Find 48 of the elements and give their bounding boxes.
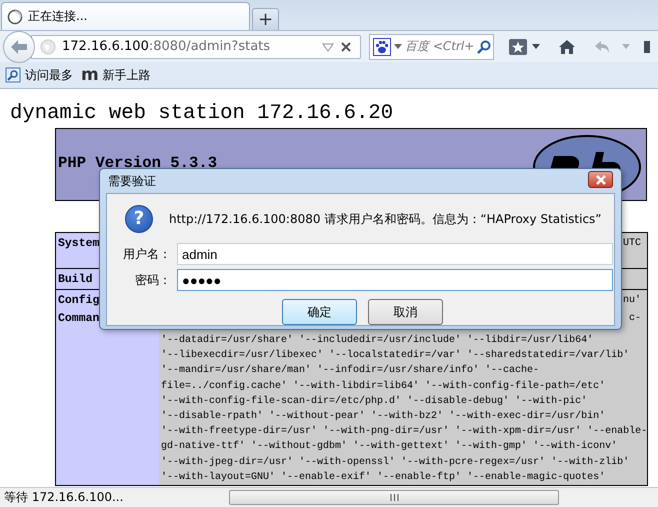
back-arrow-icon (10, 38, 28, 54)
search-page-icon (5, 67, 21, 83)
back-button[interactable] (3, 30, 35, 62)
new-tab-button[interactable]: + (252, 8, 279, 30)
dialog-message: http://172.16.6.100:8080 请求用户名和密码。信息为：“HAProxy Statistics” (169, 210, 602, 228)
dialog-title: 需要验证 (107, 172, 156, 190)
bookmark-item[interactable]: m 新手上路 (81, 66, 151, 84)
php-version: PHP Version 5.3.3 (58, 154, 218, 172)
dialog-button[interactable]: 取消 (368, 299, 443, 325)
table-cell-text: nu' (622, 294, 642, 308)
table-cell-text: file=../config.cache' '--with-libdir=lib64' '--with-config-file-path=/etc' (161, 380, 606, 394)
table-cell-text: '--with-freetype-dir=/usr' '--with-png-dir=/usr' '--with-xpm-dir=/usr' '--enable- (161, 424, 648, 440)
stop-icon[interactable] (340, 40, 352, 52)
status-text: 等待 172.16.6.100... (3, 489, 124, 506)
search-placeholder: 百度 <Ctrl+ (405, 38, 474, 55)
table-cell-text: UTC (622, 237, 642, 251)
address-field[interactable]: 172.16.6.100:8080/admin?stats (31, 34, 361, 58)
input-field[interactable]: ●●●●● (177, 269, 613, 291)
grip-icon (390, 494, 398, 501)
caret-icon (532, 44, 540, 49)
search-field[interactable]: 百度 <Ctrl+ (369, 34, 494, 60)
table-cell-text: '--with-layout=GNU' '--enable-exif' '--enable-ftp' '--enable-magic-quotes' (161, 470, 606, 485)
table-cell-text: '--libexecdir=/usr/libexec' '--localstatedir=/var' '--sharedstatedir=/var/lib' (161, 348, 630, 364)
search-icon[interactable] (477, 40, 492, 54)
table-cell-text: '--mandir=/usr/share/man' '--infodir=/usr/share/info' '--cache- (161, 364, 540, 378)
table-cell-text: gd-native-ttf' '--without-gdbm' '--with-gettext' '--with-gmp' '--with-iconv' (161, 440, 618, 454)
undo-arrow-icon (594, 38, 612, 54)
input-field[interactable]: admin (177, 243, 613, 265)
table-cell-text: '--with-jpeg-dir=/usr' '--with-openssl' '--with-pcre-regex=/usr' '--with-zlib' (161, 456, 630, 470)
letter-icon: m (81, 67, 99, 83)
globe-icon (40, 38, 56, 54)
tab-title: 正在连接... (28, 8, 88, 25)
close-button[interactable] (588, 171, 613, 188)
table-cell-text: '--disable-rpath' '--without-pear' '--with-bz2' '--with-exec-dir=/usr/bin' (161, 410, 606, 424)
browser-tab[interactable]: 正在连接... (1, 2, 250, 30)
table-cell-text: '--with-config-file-scan-dir=/etc/php.d' '--disable-debug' '--with-pic' (161, 394, 588, 409)
table-cell-text: c- (628, 312, 642, 326)
dropdown-icon[interactable] (322, 42, 334, 52)
table-cell-text: '--datadir=/usr/share' '--includedir=/usr/include' '--libdir=/usr/lib64' (161, 334, 594, 348)
dialog-button[interactable]: 确定 (282, 299, 357, 325)
home-icon (558, 38, 576, 54)
address-text: 172.16.6.100:8080/admin?stats (62, 39, 272, 54)
close-icon (594, 174, 606, 184)
question-icon: ? (125, 205, 153, 233)
page-heading: dynamic web station 172.16.6.20 (10, 101, 394, 127)
bookmark-item[interactable]: 访问最多 (5, 66, 73, 84)
paw-icon[interactable] (373, 38, 391, 56)
caret-icon[interactable] (394, 44, 402, 49)
